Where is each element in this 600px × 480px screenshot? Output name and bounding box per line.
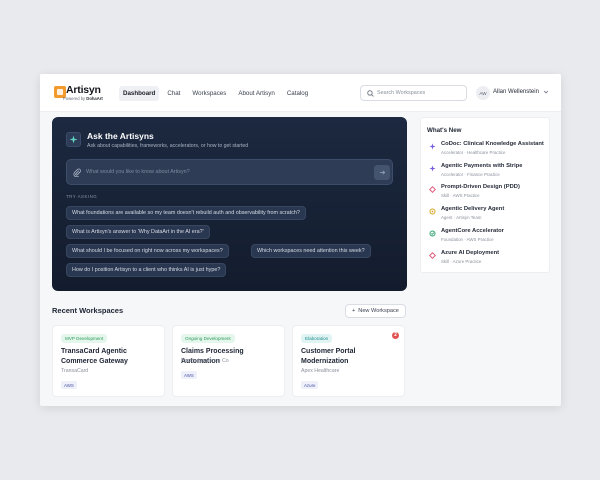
alert-badge[interactable]: 2 (392, 332, 399, 339)
sparkle-icon (66, 132, 81, 147)
whats-new-title: What's New (427, 127, 462, 134)
main-nav: Dashboard Chat Workspaces About Artisyn … (119, 86, 312, 101)
whats-new-item[interactable]: Agentic Delivery Agent Agent · Artisyn T… (429, 206, 551, 226)
ask-input-box[interactable] (66, 159, 393, 185)
search-icon (367, 90, 374, 97)
cloud-tag: AWS (61, 381, 77, 389)
workspace-card[interactable]: MVP Development TransaCard Agentic Comme… (52, 325, 165, 397)
cloud-tag: AWS (181, 371, 197, 379)
sparkle-icon (429, 143, 436, 150)
recent-workspaces-title: Recent Workspaces (52, 306, 124, 315)
top-header: Artisyn Powered by DohaArt Dashboard Cha… (40, 74, 561, 112)
whats-new-item[interactable]: Prompt-Driven Design (PDD) Skill · AWS P… (429, 184, 551, 204)
paperclip-icon[interactable] (73, 168, 81, 177)
workspace-title: TransaCard Agentic Commerce Gateway (61, 348, 128, 365)
workspace-client: Pacific Insurance Co (181, 358, 229, 364)
workspace-card[interactable]: Ongoing Development Claims Processing Au… (172, 325, 285, 397)
status-badge: Ongoing Development (181, 334, 235, 343)
ask-panel: Ask the Artisyns Ask about capabilities,… (52, 117, 407, 291)
try-asking-label: TRY ASKING (66, 194, 98, 199)
powered-by-name: DohaArt (86, 96, 103, 101)
plus-icon: + (352, 308, 356, 314)
diamond-icon (429, 186, 436, 193)
avatar[interactable]: AW (476, 86, 490, 100)
whats-new-item[interactable]: Agentic Payments with Stripe Accelerator… (429, 163, 551, 183)
workspace-client: TransaCard (61, 368, 89, 374)
app-window: Artisyn Powered by DohaArt Dashboard Cha… (40, 74, 561, 406)
brand-powered-by: Powered by DohaArt (63, 96, 103, 101)
whats-new-meta: Skill · AWS Practice (441, 193, 480, 198)
new-workspace-button[interactable]: + New Workspace (345, 304, 406, 318)
workspace-card[interactable]: Elaboration Customer Portal Modernizatio… (292, 325, 405, 397)
suggestion-chip[interactable]: Which workspaces need attention this wee… (251, 244, 371, 258)
search-input[interactable] (377, 88, 463, 98)
whats-new-item[interactable]: CoDoc: Clinical Knowledge Assistant Acce… (429, 141, 551, 161)
nav-catalog[interactable]: Catalog (283, 86, 312, 101)
send-button[interactable] (374, 165, 390, 180)
whats-new-name: AgentCore Accelerator (441, 228, 504, 234)
whats-new-meta: Agent · Artisyn Team (441, 215, 482, 220)
nav-workspaces[interactable]: Workspaces (188, 86, 230, 101)
whats-new-meta: Foundation · AWS Practice (441, 237, 494, 242)
whats-new-name: CoDoc: Clinical Knowledge Assistant (441, 141, 544, 147)
suggestion-chip[interactable]: What is Artisyn's answer to 'Why DataArt… (66, 225, 210, 239)
whats-new-item[interactable]: AgentCore Accelerator Foundation · AWS P… (429, 228, 551, 248)
whats-new-meta: Accelerator · Finance Practice (441, 172, 500, 177)
whats-new-item[interactable]: Azure AI Deployment Skill · Azure Practi… (429, 250, 551, 270)
ask-input[interactable] (86, 167, 356, 177)
user-name[interactable]: Allan Wellenstein (493, 89, 539, 95)
cloud-tag: Azure (301, 381, 319, 389)
workspace-client: Apex Healthcare (301, 368, 340, 374)
brand-name: Artisyn (66, 84, 101, 96)
ask-title: Ask the Artisyns (87, 131, 154, 141)
whats-new-panel: What's New CoDoc: Clinical Knowledge Ass… (420, 117, 550, 273)
whats-new-name: Agentic Delivery Agent (441, 206, 505, 212)
bot-icon (429, 208, 436, 215)
sparkle-icon (429, 165, 436, 172)
whats-new-name: Agentic Payments with Stripe (441, 163, 523, 169)
nav-chat[interactable]: Chat (163, 86, 184, 101)
suggestion-chip[interactable]: What should I be focused on right now ac… (66, 244, 229, 258)
search-box[interactable] (360, 85, 467, 101)
whats-new-meta: Skill · Azure Practice (441, 259, 482, 264)
whats-new-name: Azure AI Deployment (441, 250, 500, 256)
workspace-title: Customer Portal Modernization (301, 348, 356, 365)
arrow-right-icon (379, 170, 385, 175)
suggestion-chip[interactable]: How do I position Artisyn to a client wh… (66, 263, 227, 277)
whats-new-name: Prompt-Driven Design (PDD) (441, 184, 520, 190)
status-badge: Elaboration (301, 334, 333, 343)
status-badge: MVP Development (61, 334, 108, 343)
chevron-down-icon[interactable] (543, 89, 549, 95)
ask-subtitle: Ask about capabilities, frameworks, acce… (87, 143, 249, 149)
suggestion-chip[interactable]: What foundations are available so my tea… (66, 206, 306, 220)
whats-new-meta: Accelerator · Healthcare Practice (441, 150, 506, 155)
layers-icon (429, 230, 436, 237)
new-workspace-label: New Workspace (358, 308, 399, 314)
powered-prefix: Powered by (63, 96, 86, 101)
diamond-icon (429, 252, 436, 259)
nav-dashboard[interactable]: Dashboard (119, 86, 160, 101)
nav-about[interactable]: About Artisyn (234, 86, 278, 101)
